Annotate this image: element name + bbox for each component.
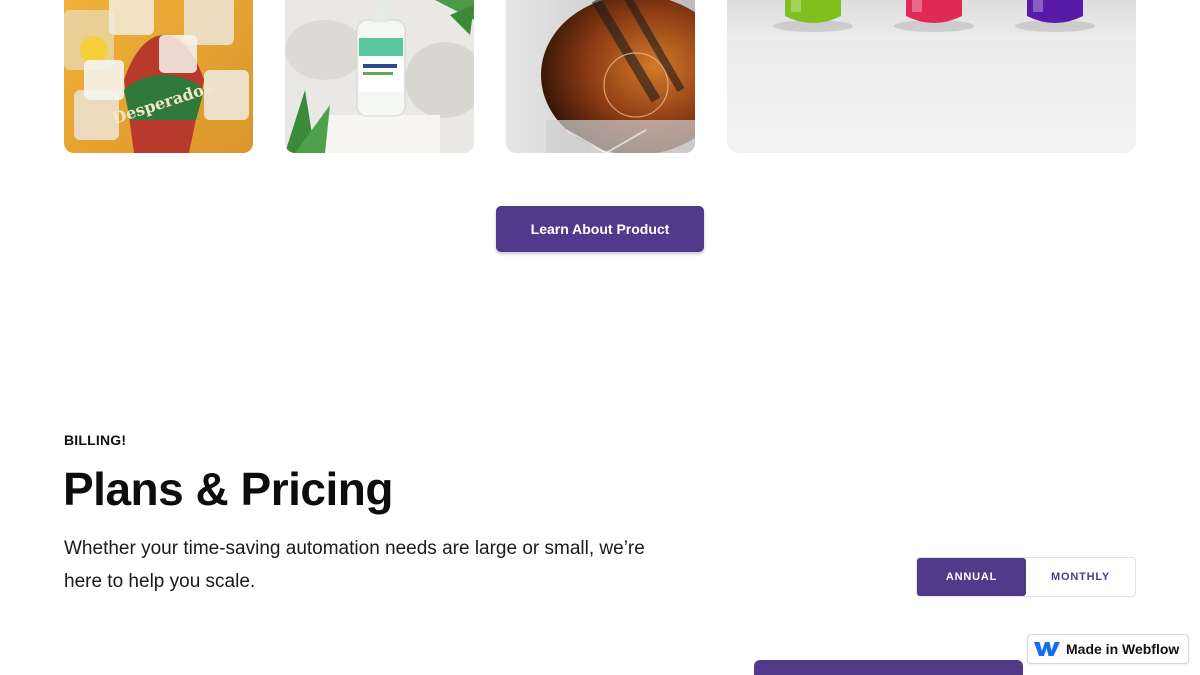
pricing-card-header xyxy=(754,660,1023,675)
made-in-webflow-badge[interactable]: Made in Webflow xyxy=(1027,634,1189,664)
billing-eyebrow: BILLING! xyxy=(64,432,127,448)
billing-period-toggle: ANNUAL MONTHLY xyxy=(916,557,1136,597)
toggle-monthly[interactable]: MONTHLY xyxy=(1026,558,1135,596)
page-title: Plans & Pricing xyxy=(63,463,393,515)
gallery-image-decanter xyxy=(506,0,695,153)
learn-about-product-button[interactable]: Learn About Product xyxy=(496,206,704,252)
gallery-image-bottles xyxy=(727,0,1136,153)
gallery-image-cleaner xyxy=(285,0,474,153)
gallery-image-beer: Desperados xyxy=(64,0,253,153)
webflow-logo-icon xyxy=(1034,642,1060,656)
billing-subtitle: Whether your time-saving automation need… xyxy=(64,538,645,592)
badge-label: Made in Webflow xyxy=(1066,641,1180,657)
product-gallery: Desperados xyxy=(0,0,1200,160)
toggle-annual[interactable]: ANNUAL xyxy=(917,558,1026,596)
